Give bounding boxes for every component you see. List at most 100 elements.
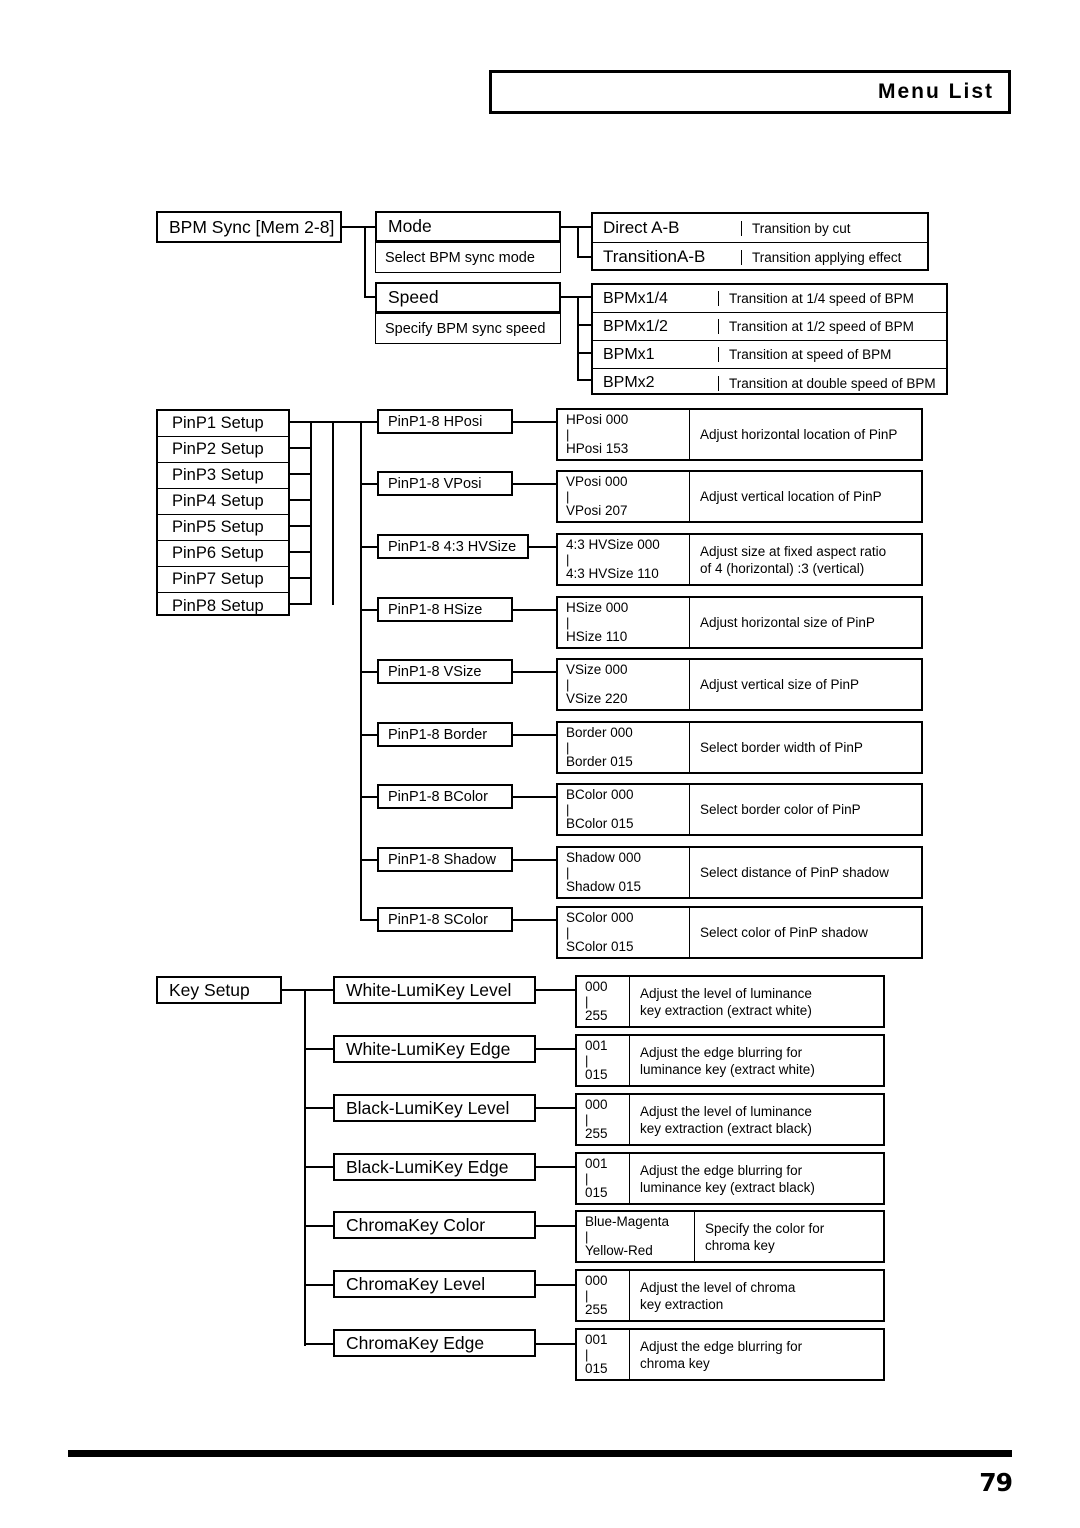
key-param-range: 001 | 015 [577,1036,630,1085]
connector [536,1225,576,1227]
table-row[interactable]: BPMx2 Transition at double speed of BPM [593,369,946,397]
key-setup-root-box[interactable]: Key Setup [156,976,282,1004]
table-row[interactable]: TransitionA-B Transition applying effect [593,243,927,271]
connector [332,421,334,605]
key-param-range: Blue-Magenta | Yellow-Red [577,1212,695,1261]
list-item[interactable]: PinP7 Setup [158,567,288,593]
pinp-param-label: PinP1-8 SColor [388,911,488,928]
table-row[interactable]: Direct A-B Transition by cut [593,214,927,243]
list-item[interactable]: PinP2 Setup [158,437,288,463]
list-item[interactable]: PinP8 Setup [158,593,288,620]
connector [360,483,378,485]
pinp-param-box[interactable]: PinP1-8 VPosi [377,471,513,496]
pinp-param-max: BColor 015 [566,816,634,831]
key-param-box[interactable]: Black-LumiKey Level [333,1094,536,1122]
pinp-param-range: VPosi 000 | VPosi 207 [558,472,690,521]
key-param-max: 255 [585,1008,608,1023]
pinp-param-box[interactable]: PinP1-8 HSize [377,597,513,622]
key-param-max: 015 [585,1185,608,1200]
connector [577,296,591,298]
connector [536,1343,576,1345]
list-item[interactable]: PinP1 Setup [158,411,288,437]
range-dash: | [585,1171,589,1186]
pinp-param-box[interactable]: PinP1-8 BColor [377,784,513,809]
key-param-desc: Adjust the edge blurring for luminance k… [640,1162,815,1195]
manual-page: Menu List BPM Sync [Mem 2-8] Mode Select… [0,0,1080,1528]
connector [577,296,579,381]
pinp-param-box[interactable]: PinP1-8 VSize [377,659,513,684]
list-item[interactable]: PinP4 Setup [158,489,288,515]
key-param-detail: 000 | 255 Adjust the level of luminance … [575,975,885,1028]
key-param-box[interactable]: ChromaKey Edge [333,1329,536,1357]
pinp-param-label: PinP1-8 VPosi [388,475,482,492]
connector [360,671,378,673]
list-item[interactable]: PinP3 Setup [158,463,288,489]
table-row[interactable]: BPMx1/4 Transition at 1/4 speed of BPM [593,285,946,313]
bpm-speed-desc: Specify BPM sync speed [385,320,546,337]
bpm-mode-label: Mode [388,216,432,236]
bpm-mode-option-name: Direct A-B [603,218,680,237]
pinp-root-label: PinP3 Setup [172,466,264,484]
key-param-box[interactable]: ChromaKey Color [333,1211,536,1239]
bpm-sync-root-box[interactable]: BPM Sync [Mem 2-8] [156,211,342,243]
connector [577,379,591,381]
pinp-param-box[interactable]: PinP1-8 Border [377,722,513,747]
pinp-param-label: PinP1-8 BColor [388,788,488,805]
table-row[interactable]: BPMx1/2 Transition at 1/2 speed of BPM [593,313,946,341]
bpm-mode-option-desc: Transition applying effect [741,249,927,265]
pinp-param-max: 4:3 HVSize 110 [566,566,659,581]
range-dash: | [585,994,589,1009]
pinp-param-detail: HPosi 000 | HPosi 153 Adjust horizontal … [556,408,923,461]
pinp-param-desc: Adjust vertical size of PinP [700,677,860,692]
pinp-root-label: PinP7 Setup [172,570,264,588]
pinp-param-max: HPosi 153 [566,441,629,456]
range-dash: | [566,677,570,692]
connector [360,546,378,548]
connector [577,256,591,258]
connector [304,1284,334,1286]
pinp-param-label: PinP1-8 VSize [388,663,482,680]
list-item[interactable]: PinP5 Setup [158,515,288,541]
pinp-param-min: Border 000 [566,724,633,740]
pinp-param-box[interactable]: PinP1-8 SColor [377,907,513,932]
list-item[interactable]: PinP6 Setup [158,541,288,567]
key-param-label: ChromaKey Edge [346,1332,485,1353]
connector [360,421,378,423]
range-dash: | [566,552,570,567]
bpm-speed-option-desc: Transition at 1/2 speed of BPM [718,319,946,334]
pinp-param-max: Border 015 [566,754,633,769]
connector [577,226,591,228]
bpm-speed-box[interactable]: Speed [375,282,561,313]
pinp-param-range: HSize 000 | HSize 110 [558,598,690,647]
pinp-param-label: PinP1-8 Shadow [388,851,497,868]
connector [304,1107,334,1109]
key-param-desc: Adjust the edge blurring for chroma key [640,1338,803,1371]
pinp-param-desc: Select color of PinP shadow [700,925,868,940]
key-param-box[interactable]: Black-LumiKey Edge [333,1153,536,1181]
connector [536,989,576,991]
pinp-param-desc: Adjust horizontal size of PinP [700,615,875,630]
key-param-box[interactable]: White-LumiKey Level [333,976,536,1004]
pinp-param-box[interactable]: PinP1-8 Shadow [377,847,513,872]
bpm-speed-option-name: BPMx2 [603,374,655,391]
pinp-param-max: HSize 110 [566,629,628,644]
pinp-param-detail: VPosi 000 | VPosi 207 Adjust vertical lo… [556,470,923,523]
key-param-detail: 001 | 015 Adjust the edge blurring for l… [575,1152,885,1205]
connector [513,796,557,798]
connector [536,1166,576,1168]
key-param-box[interactable]: White-LumiKey Edge [333,1035,536,1063]
bpm-mode-box[interactable]: Mode [375,211,561,242]
pinp-param-max: Shadow 015 [566,879,642,894]
pinp-param-box[interactable]: PinP1-8 HPosi [377,409,513,434]
range-dash: | [585,1229,589,1244]
connector [290,525,312,527]
table-row[interactable]: BPMx1 Transition at speed of BPM [593,341,946,369]
pinp-param-box[interactable]: PinP1-8 4:3 HVSize [377,534,529,559]
connector [536,1284,576,1286]
key-param-min: Blue-Magenta [585,1213,670,1229]
range-dash: | [566,740,570,755]
key-param-box[interactable]: ChromaKey Level [333,1270,536,1298]
range-dash: | [585,1053,589,1068]
connector [360,796,378,798]
pinp-param-max: VPosi 207 [566,503,628,518]
